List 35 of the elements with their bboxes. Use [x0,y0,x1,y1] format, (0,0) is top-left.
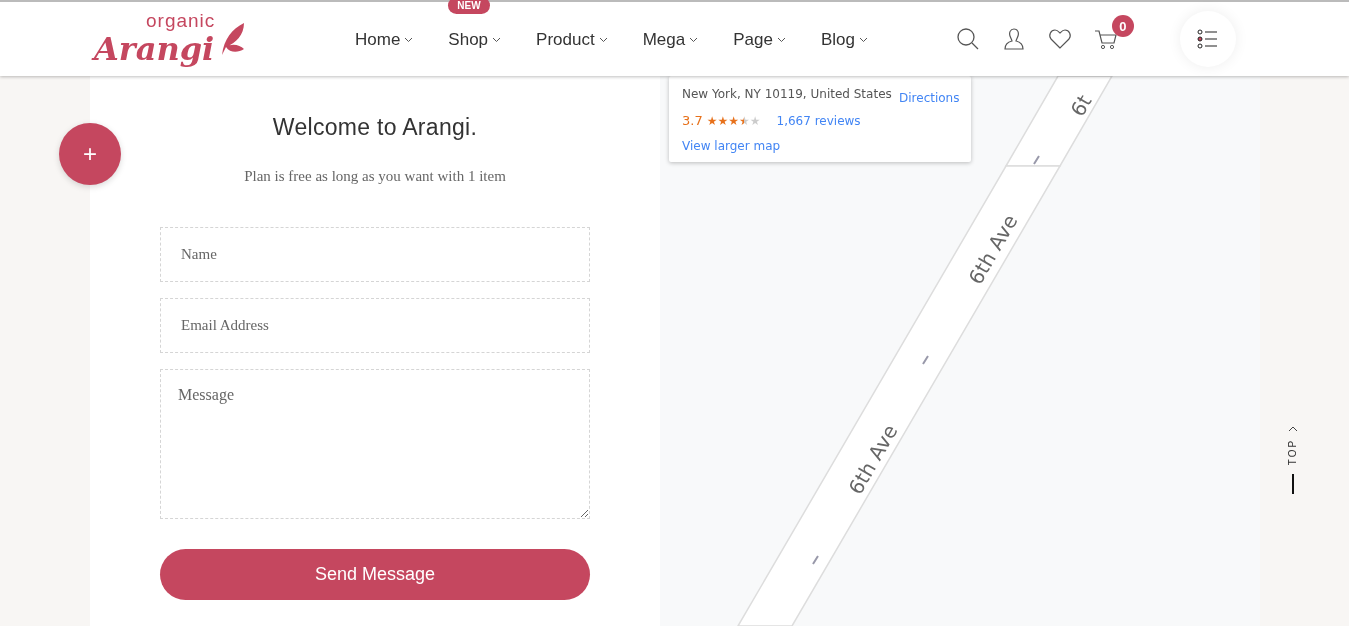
chevron-down-icon [404,37,414,43]
chevron-down-icon [776,37,786,43]
nav-link[interactable]: Home [355,30,401,50]
form-title: Welcome to Arangi. [272,114,478,141]
list-icon [1196,28,1219,50]
larger-map-link[interactable]: View larger map [682,139,781,153]
street-label: 6t [1065,90,1097,121]
message-field[interactable]: Message [160,369,590,519]
heart-icon[interactable] [1047,27,1072,51]
chevron-down-icon [689,37,699,43]
input-field[interactable]: Email Address [160,298,590,353]
chevron-up-icon[interactable] [1288,426,1298,432]
search-icon[interactable] [955,27,980,51]
cart-icon[interactable] [1093,27,1118,51]
cart-count-badge: 0 [1111,15,1134,37]
user-icon[interactable] [1001,27,1026,51]
nav-link[interactable]: Shop [448,30,489,50]
reviews-link[interactable]: 1,667 reviews [776,113,861,128]
nav-link[interactable]: Blog [820,30,855,50]
nav-link[interactable]: Page [733,30,773,50]
input-field[interactable]: Name [160,227,590,282]
nav-link[interactable]: Mega [642,30,686,50]
back-to-top-link[interactable]: TOP [1287,437,1299,467]
chevron-down-icon [858,37,868,43]
nav-link[interactable]: Product [536,30,595,50]
logo-text: organic [146,11,216,31]
plus-button[interactable]: + [59,123,121,185]
form-subtitle: Plan is free as long as you want with 1 item [244,168,506,185]
address-text: New York, NY 10119, United States [682,87,892,101]
chevron-down-icon [598,37,608,43]
directions-link[interactable]: Directions [899,91,960,105]
rating-value: 3.7 [682,113,703,128]
send-message-button[interactable]: Send Message [160,549,590,600]
new-badge: NEW [448,0,490,14]
chevron-down-icon [492,37,502,43]
